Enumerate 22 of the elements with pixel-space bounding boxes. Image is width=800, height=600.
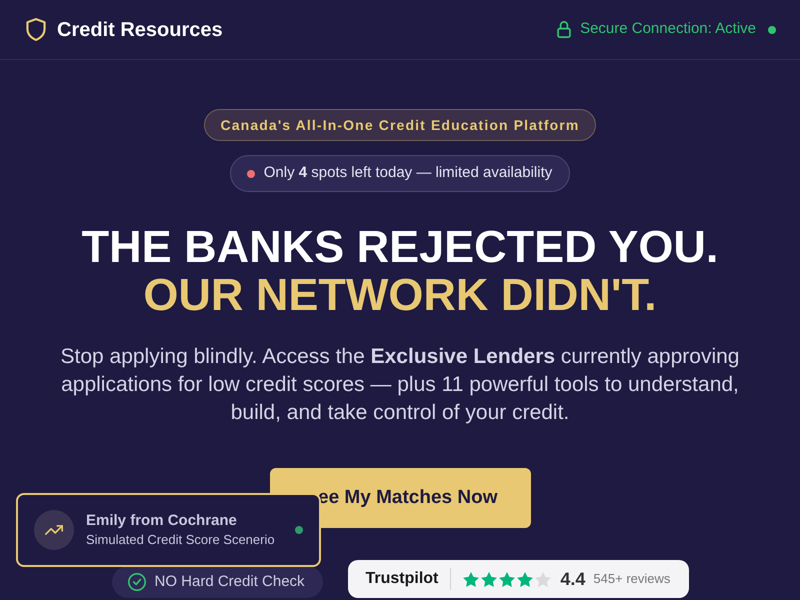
check-circle-icon xyxy=(128,573,146,591)
review-count: 545+ reviews xyxy=(593,570,670,588)
availability-text: Only 4 spots left today — limited availability xyxy=(264,163,552,184)
rating-score: 4.4 xyxy=(560,568,586,590)
toast-title: Emily from Cochrane xyxy=(86,511,238,530)
star-icon xyxy=(463,572,480,586)
star-icon xyxy=(499,572,516,586)
shield-icon xyxy=(26,18,46,41)
feature-text: NO Hard Credit Check xyxy=(154,572,305,592)
security-status: Secure Connection: Active xyxy=(580,19,756,40)
trending-up-icon xyxy=(34,510,74,550)
brand-name[interactable]: Credit Resources xyxy=(57,14,223,44)
category-badge: Canada's All-In-One Credit Education Platform xyxy=(204,109,596,141)
star-icon xyxy=(517,572,534,586)
hero-description: Stop applying blindly. Access the Exclusive Lenders currently approving applications for low credit scores — plus 11 powerful tools to understand, build, and take control of your credit. xyxy=(59,344,740,426)
lock-icon xyxy=(557,21,572,38)
headline: THE BANKS REJECTED YOU. xyxy=(82,223,718,271)
rating-brand: Trustpilot xyxy=(366,569,438,589)
toast-subtitle: Simulated Credit Score Scenerio xyxy=(86,531,275,549)
headline: OUR NETWORK DIDN'T. xyxy=(143,271,657,319)
star-icon xyxy=(535,572,552,586)
star-icon xyxy=(481,572,498,586)
